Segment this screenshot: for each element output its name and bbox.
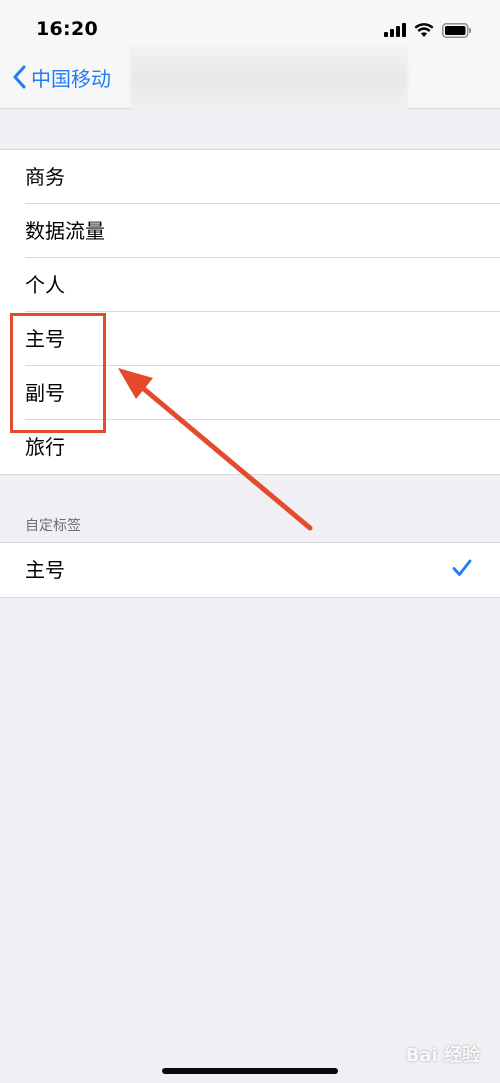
- list-item-business[interactable]: 商务: [0, 150, 500, 204]
- cellular-signal-icon: [384, 23, 406, 37]
- back-button[interactable]: 中国移动: [12, 62, 111, 92]
- chevron-left-icon: [13, 65, 26, 89]
- status-icons: [384, 20, 472, 40]
- list-item-data[interactable]: 数据流量: [0, 204, 500, 258]
- wifi-icon: [414, 22, 434, 37]
- status-time: 16:20: [36, 18, 98, 40]
- list-item-label: 数据流量: [25, 219, 105, 243]
- list-item-personal[interactable]: 个人: [0, 258, 500, 312]
- annotation-highlight-box: [10, 313, 106, 433]
- watermark: Bai 经验: [405, 1045, 480, 1066]
- section-header-custom: 自定标签: [25, 518, 81, 534]
- home-indicator[interactable]: [162, 1068, 338, 1074]
- list-item-label: 旅行: [25, 435, 65, 459]
- back-label: 中国移动: [31, 66, 111, 91]
- nav-title-blurred: [130, 46, 408, 110]
- battery-icon: [442, 22, 471, 38]
- navigation-bar: 中国移动: [0, 44, 500, 110]
- list-item-label: 商务: [25, 165, 65, 189]
- checkmark-icon: [452, 559, 472, 576]
- list-item-custom-primary[interactable]: 主号: [0, 543, 500, 597]
- list-item-label: 个人: [25, 273, 65, 297]
- custom-label-list: 主号: [0, 542, 500, 598]
- list-item-label: 主号: [25, 558, 65, 582]
